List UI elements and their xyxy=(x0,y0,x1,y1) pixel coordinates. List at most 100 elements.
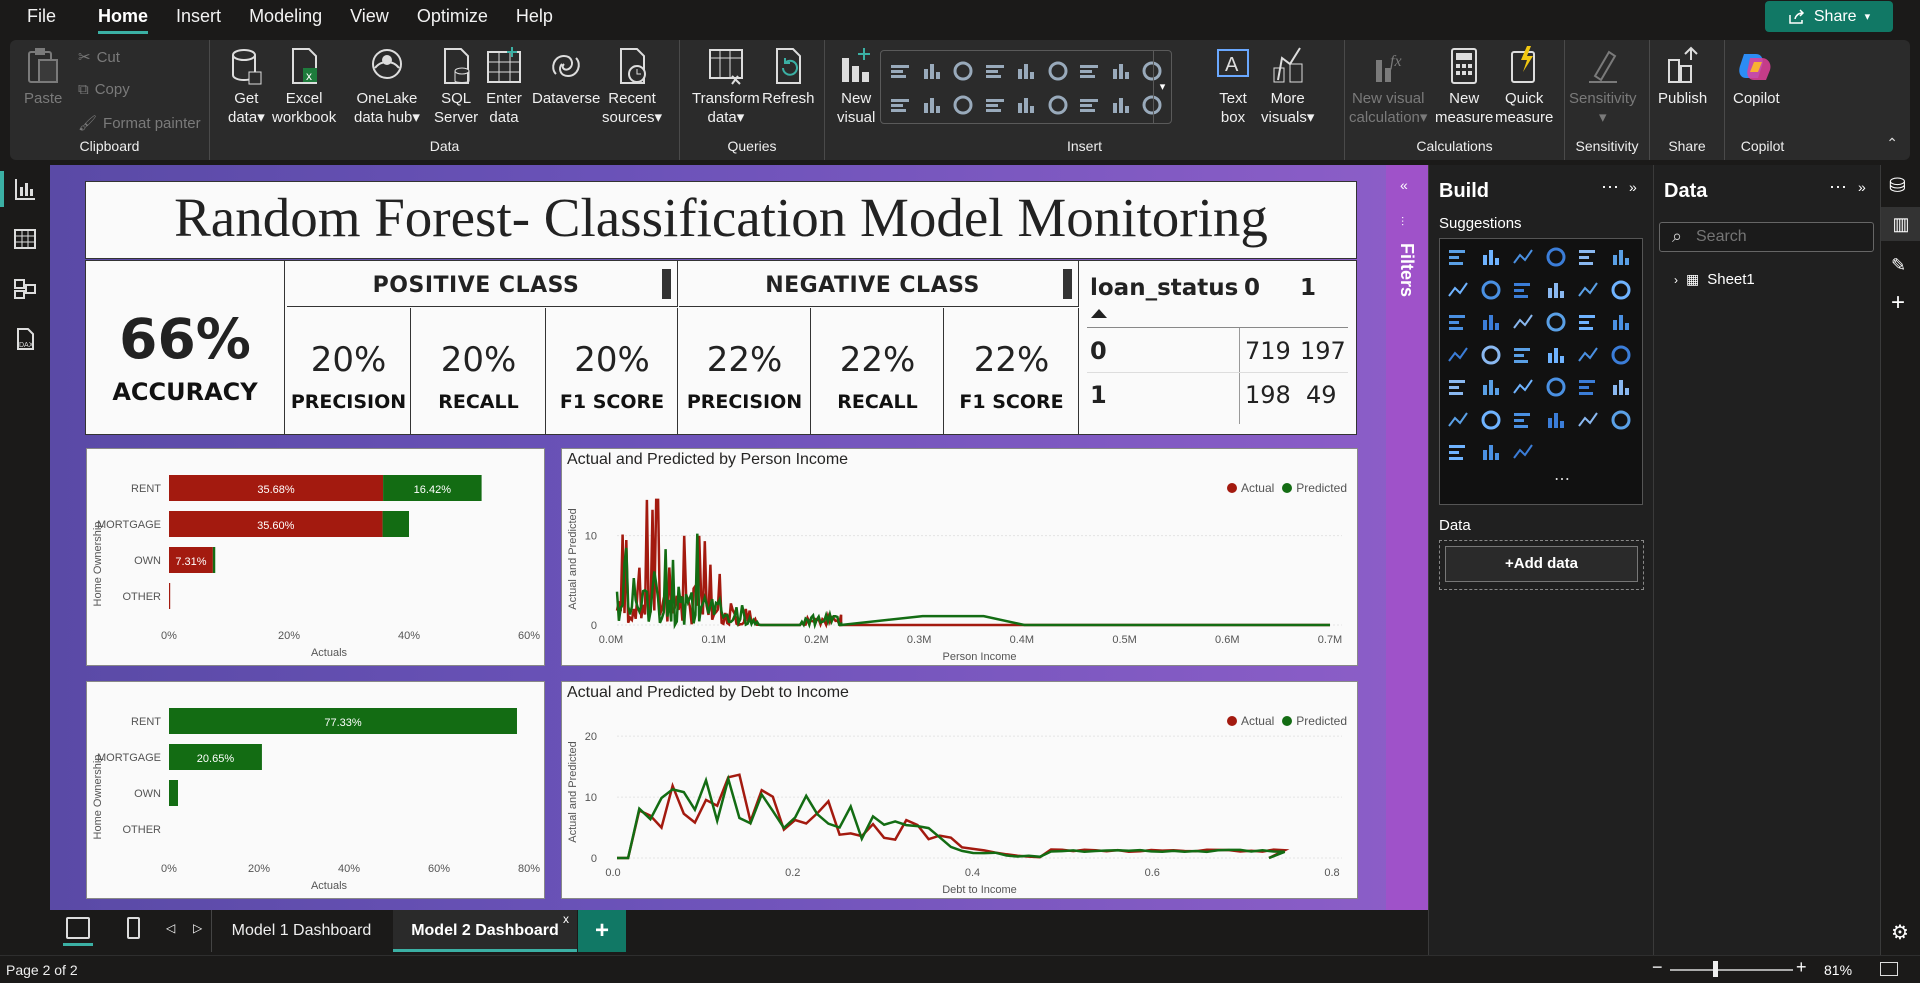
suggested-visual-icon[interactable] xyxy=(1512,410,1534,430)
get-data-button[interactable]: Get data▾ xyxy=(228,46,265,127)
positive-f1-card[interactable]: 20% F1 SCORE xyxy=(547,308,678,434)
close-tab-icon[interactable]: x xyxy=(563,912,569,926)
suggested-visual-icon[interactable] xyxy=(1512,345,1534,365)
suggested-visual-icon[interactable] xyxy=(1545,377,1567,397)
menu-modeling[interactable]: Modeling xyxy=(249,0,322,34)
prev-page-icon[interactable]: ◁ xyxy=(166,921,175,935)
add-data-button[interactable]: +Add data xyxy=(1445,546,1638,582)
suggested-visual-icon[interactable] xyxy=(1610,410,1632,430)
text-box-button[interactable]: A Text box xyxy=(1215,46,1251,127)
collapse-ribbon-icon[interactable]: ⌃ xyxy=(1886,135,1898,152)
bar-value[interactable] xyxy=(169,780,178,806)
more-visuals-button[interactable]: More visuals▾ xyxy=(1261,46,1314,127)
cut-button[interactable]: ✂ Cut xyxy=(78,48,120,67)
new-measure-button[interactable]: New measure xyxy=(1435,46,1493,127)
line-icon[interactable] xyxy=(1078,61,1100,81)
add-page-button[interactable]: + xyxy=(578,910,626,952)
suggested-visual-icon[interactable] xyxy=(1610,247,1632,267)
new-visual-calculation-button[interactable]: fx New visual calculation▾ xyxy=(1349,46,1427,127)
home-ownership-bar-chart-1[interactable]: Home Ownership RENT MORTGAGE OWN OTHER 35.68%… xyxy=(86,448,545,666)
suggested-visual-icon[interactable] xyxy=(1610,280,1632,300)
suggested-visual-icon[interactable] xyxy=(1447,345,1469,365)
tab-model-2-dashboard[interactable]: Model 2 Dashboard xyxy=(393,910,577,952)
expand-left-icon[interactable]: « xyxy=(1400,177,1408,193)
publish-button[interactable]: Publish xyxy=(1658,46,1707,108)
area-icon[interactable] xyxy=(1110,61,1132,81)
positive-recall-card[interactable]: 20% RECALL xyxy=(412,308,546,434)
home-ownership-bar-chart-2[interactable]: Home Ownership RENT MORTGAGE OWN OTHER 77.33%… xyxy=(86,681,545,899)
bar-actual[interactable] xyxy=(169,583,171,609)
suggested-visual-icon[interactable] xyxy=(1610,312,1632,332)
collapse-right-icon[interactable]: » xyxy=(1629,179,1637,195)
bar-predicted[interactable] xyxy=(212,547,216,573)
copilot-button[interactable]: Copilot xyxy=(1733,46,1780,108)
debt-to-income-line-chart[interactable]: Actual and Predicted by Debt to Income A… xyxy=(561,681,1358,899)
stacked-column-icon[interactable] xyxy=(921,61,943,81)
suggested-visual-icon[interactable] xyxy=(1577,312,1599,332)
bar-predicted[interactable] xyxy=(382,511,409,537)
desktop-layout-icon[interactable] xyxy=(66,917,90,939)
menu-help[interactable]: Help xyxy=(516,0,553,34)
search-input[interactable] xyxy=(1696,227,1866,247)
settings-icon[interactable]: ⚙ xyxy=(1891,920,1909,945)
menu-home[interactable]: Home xyxy=(98,0,149,34)
menu-view[interactable]: View xyxy=(350,0,389,34)
treemap-icon[interactable] xyxy=(952,95,974,115)
suggested-visual-icon[interactable] xyxy=(1512,247,1534,267)
negative-f1-card[interactable]: 22% F1 SCORE xyxy=(945,308,1079,434)
tab-model-1-dashboard[interactable]: Model 1 Dashboard xyxy=(211,910,391,952)
sensitivity-button[interactable]: Sensitivity ▾ xyxy=(1569,46,1637,127)
table-view-icon[interactable] xyxy=(13,227,37,251)
predicted-series-line[interactable] xyxy=(615,533,1330,630)
filters-pane-collapsed[interactable]: « ⫶ Filters xyxy=(1386,165,1428,910)
negative-recall-card[interactable]: 22% RECALL xyxy=(812,308,944,434)
suggested-visual-icon[interactable] xyxy=(1512,442,1534,462)
dax-query-icon[interactable]: DAX xyxy=(13,327,37,351)
add-pane-icon[interactable]: + xyxy=(1891,289,1905,317)
mobile-layout-icon[interactable] xyxy=(127,917,140,939)
suggested-visual-icon[interactable] xyxy=(1577,247,1599,267)
positive-class-header[interactable]: POSITIVE CLASS xyxy=(287,261,678,307)
suggested-visual-icon[interactable] xyxy=(1512,312,1534,332)
onelake-button[interactable]: OneLake data hub▾ xyxy=(354,46,420,127)
new-visual-button[interactable]: New visual xyxy=(837,46,875,127)
pie-icon[interactable] xyxy=(889,95,911,115)
suggested-visual-icon[interactable] xyxy=(1545,410,1567,430)
confusion-matrix[interactable]: loan_status 0 1 0 719 197 1 198 49 xyxy=(1081,261,1356,434)
line-column-icon[interactable] xyxy=(1047,61,1069,81)
quick-measure-button[interactable]: Quick measure xyxy=(1495,46,1553,127)
share-button[interactable]: Share ▾ xyxy=(1765,1,1893,32)
suggested-visual-icon[interactable] xyxy=(1447,312,1469,332)
stacked-bar-icon[interactable] xyxy=(889,61,911,81)
suggested-visual-icon[interactable] xyxy=(1480,377,1502,397)
suggested-visual-icon[interactable] xyxy=(1447,377,1469,397)
suggested-visual-icon[interactable] xyxy=(1447,280,1469,300)
zoom-slider[interactable] xyxy=(1670,969,1793,971)
data-pane-icon[interactable]: ⛁ xyxy=(1889,173,1906,198)
recent-sources-button[interactable]: Recent sources▾ xyxy=(602,46,662,127)
suggested-visual-icon[interactable] xyxy=(1577,410,1599,430)
more-options-icon[interactable]: ⋯ xyxy=(1829,177,1847,198)
suggested-visual-icon[interactable] xyxy=(1480,442,1502,462)
100-bar-icon[interactable] xyxy=(1015,61,1037,81)
fit-to-page-icon[interactable] xyxy=(1880,962,1898,976)
suggested-visual-icon[interactable] xyxy=(1480,247,1502,267)
income-line-chart[interactable]: Actual and Predicted by Person Income Ac… xyxy=(561,448,1358,666)
zoom-out-icon[interactable]: − xyxy=(1652,957,1663,978)
menu-insert[interactable]: Insert xyxy=(176,0,221,34)
suggested-visual-icon[interactable] xyxy=(1577,280,1599,300)
build-pane-icon[interactable]: ▥ xyxy=(1881,207,1920,241)
more-options-icon[interactable]: ⋯ xyxy=(1601,177,1619,198)
suggested-visual-icon[interactable] xyxy=(1577,345,1599,365)
suggested-visual-icon[interactable] xyxy=(1610,345,1632,365)
dataverse-button[interactable]: Dataverse xyxy=(532,46,600,108)
map-icon[interactable] xyxy=(984,95,1006,115)
suggested-visual-icon[interactable] xyxy=(1545,247,1567,267)
data-search-box[interactable]: ⌕ xyxy=(1659,222,1874,252)
sql-server-button[interactable]: SQL Server xyxy=(434,46,478,127)
accuracy-card[interactable]: 66% ACCURACY xyxy=(86,261,285,434)
model-view-icon[interactable] xyxy=(13,277,37,301)
refresh-button[interactable]: Refresh xyxy=(762,46,815,108)
suggested-visual-icon[interactable] xyxy=(1577,377,1599,397)
negative-precision-card[interactable]: 22% PRECISION xyxy=(679,308,811,434)
